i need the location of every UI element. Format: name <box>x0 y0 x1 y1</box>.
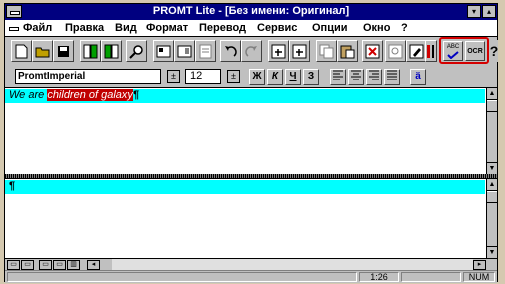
last-page-icon[interactable] <box>289 40 310 62</box>
glossary-icon[interactable] <box>195 40 216 62</box>
edit-icon[interactable] <box>406 40 427 62</box>
status-bar: 1:26 NUM <box>5 270 497 283</box>
undo-icon[interactable] <box>220 40 241 62</box>
target-paragraph-mark: ¶ <box>9 180 16 192</box>
delete-icon[interactable] <box>362 40 383 62</box>
align-center-icon[interactable] <box>348 69 364 85</box>
copy-icon[interactable] <box>316 40 337 62</box>
main-toolbar: ABC OCR ? <box>5 37 498 67</box>
font-size-field[interactable]: 12 <box>185 69 221 84</box>
source-text[interactable]: We are children of galaxy¶ <box>9 89 139 101</box>
align-left-icon[interactable] <box>330 69 346 85</box>
translate-document-icon[interactable] <box>80 40 101 62</box>
font-name-field[interactable]: PromtImperial <box>15 69 161 84</box>
scroll-thumb[interactable] <box>487 191 497 203</box>
menu-translate[interactable]: Перевод <box>199 22 246 34</box>
window-title: PROMT Lite - [Без имени: Оригинал] <box>152 5 350 17</box>
new-document-icon[interactable] <box>11 40 32 62</box>
ocr-button[interactable]: OCR <box>465 41 485 61</box>
justify-icon[interactable] <box>384 69 400 85</box>
cursor-position: 1:26 <box>359 272 399 282</box>
view-columns-icon[interactable]: ▥ <box>67 260 80 270</box>
menu-window[interactable]: Окно <box>363 22 390 34</box>
find-icon[interactable] <box>126 40 147 62</box>
menu-options[interactable]: Опции <box>312 22 348 34</box>
menu-edit[interactable]: Правка <box>65 22 104 34</box>
scroll-up-icon[interactable]: ▲ <box>487 179 497 191</box>
scroll-down-icon[interactable]: ▼ <box>487 246 497 258</box>
dictionary-icon[interactable] <box>385 40 406 62</box>
menu-view[interactable]: Вид <box>115 22 137 34</box>
source-vertical-scrollbar[interactable]: ▲ ▼ <box>486 88 497 174</box>
font-dropdown-button[interactable]: ± <box>167 70 180 83</box>
status-message <box>7 272 357 282</box>
target-highlight-line <box>5 180 485 194</box>
maximize-button[interactable]: ▴ <box>482 5 496 18</box>
scroll-down-icon[interactable]: ▼ <box>487 162 497 174</box>
minimize-button[interactable]: ▾ <box>467 5 481 18</box>
status-indicator-empty <box>401 272 461 282</box>
menu-format[interactable]: Формат <box>146 22 188 34</box>
view-source-pane-icon[interactable]: ▭ <box>21 260 34 270</box>
columns-icon[interactable] <box>425 40 437 62</box>
replace-case-button[interactable]: ä <box>410 69 426 85</box>
strikethrough-button[interactable]: З <box>303 69 319 85</box>
italic-button[interactable]: К <box>267 69 283 85</box>
menu-help[interactable]: ? <box>401 22 408 34</box>
source-text-pane[interactable]: We are children of galaxy¶ ▲ ▼ <box>5 87 497 174</box>
insert-icon[interactable] <box>174 40 195 62</box>
scroll-left-icon[interactable]: ◂ <box>87 260 100 270</box>
underline-button[interactable]: Ч <box>285 69 301 85</box>
paste-icon[interactable] <box>337 40 358 62</box>
menu-file[interactable]: Файл <box>23 22 52 34</box>
view-both-panes-icon[interactable]: ▭ <box>7 260 20 270</box>
scroll-right-icon[interactable]: ▸ <box>473 260 486 270</box>
translate-selection-icon[interactable] <box>101 40 122 62</box>
scroll-thumb[interactable] <box>487 100 497 112</box>
bold-button[interactable]: Ж <box>249 69 265 85</box>
target-text-pane[interactable]: ¶ ▲ ▼ <box>5 178 497 258</box>
view-split-pane-icon[interactable]: ▭ <box>53 260 66 270</box>
spell-check-label: ABC <box>446 43 460 50</box>
menu-bar: Файл Правка Вид Формат Перевод Сервис Оп… <box>5 20 497 37</box>
open-document-icon[interactable] <box>32 40 53 62</box>
ocr-label: OCR <box>467 47 483 55</box>
font-size-dropdown-button[interactable]: ± <box>227 70 240 83</box>
menu-service[interactable]: Сервис <box>257 22 297 34</box>
redo-icon[interactable] <box>241 40 262 62</box>
template-icon[interactable] <box>153 40 174 62</box>
format-toolbar: PromtImperial ± 12 ± Ж К Ч З ä <box>5 66 497 87</box>
source-paragraph-mark: ¶ <box>132 89 140 101</box>
save-icon[interactable] <box>53 40 74 62</box>
help-button[interactable]: ? <box>490 40 498 62</box>
spell-check-button[interactable]: ABC <box>443 41 463 61</box>
document-menu-icon[interactable] <box>7 23 19 33</box>
scroll-up-icon[interactable]: ▲ <box>487 88 497 100</box>
checkmark-icon <box>447 50 459 59</box>
view-target-pane-icon[interactable]: ▭ <box>39 260 52 270</box>
source-text-selection: children of galaxy <box>47 89 133 101</box>
source-text-plain: We are <box>9 89 48 101</box>
app-window: PROMT Lite - [Без имени: Оригинал] ▾ ▴ Ф… <box>4 3 498 283</box>
target-vertical-scrollbar[interactable]: ▲ ▼ <box>486 179 497 258</box>
num-lock-indicator: NUM <box>463 272 495 282</box>
title-bar: PROMT Lite - [Без имени: Оригинал] ▾ ▴ <box>5 4 497 20</box>
first-page-icon[interactable] <box>268 40 289 62</box>
align-right-icon[interactable] <box>366 69 382 85</box>
